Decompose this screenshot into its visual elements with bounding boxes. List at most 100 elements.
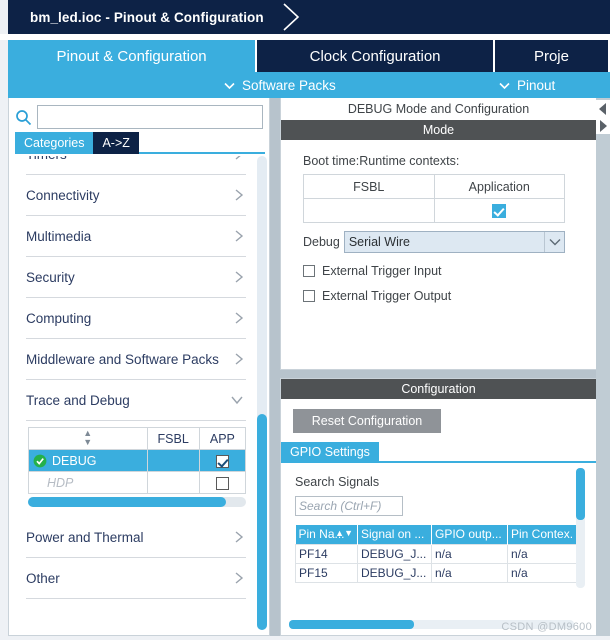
- category-label: Computing: [26, 310, 92, 326]
- configuration-tabs: GPIO Settings: [281, 442, 596, 463]
- app-checkbox[interactable]: [215, 476, 229, 490]
- cell-signal-on: DEBUG_J...: [357, 543, 432, 564]
- chevron-right-icon: [234, 270, 246, 284]
- cell-peripheral-name: DEBUG: [28, 449, 148, 472]
- table-row[interactable]: PF15 DEBUG_J... n/a n/a: [295, 562, 581, 583]
- category-label: Middleware and Software Packs: [26, 351, 219, 367]
- category-item-multimedia[interactable]: Multimedia: [26, 216, 246, 257]
- chevron-right-icon: [234, 530, 246, 544]
- debug-mode-select[interactable]: Serial Wire: [343, 231, 565, 253]
- external-trigger-input-checkbox[interactable]: [303, 265, 315, 277]
- scrollbar-thumb[interactable]: [289, 620, 414, 629]
- cell-pin-name: PF15: [295, 562, 358, 583]
- triangle-left-icon[interactable]: [596, 100, 610, 117]
- boot-contexts-table: FSBL Application: [303, 174, 565, 223]
- app-checkbox[interactable]: [215, 454, 229, 468]
- cell-application[interactable]: [433, 198, 565, 223]
- col-header-signal-on[interactable]: Signal on ...: [357, 525, 432, 544]
- category-label: Trace and Debug: [26, 392, 130, 408]
- category-item-connectivity[interactable]: Connectivity: [26, 175, 246, 216]
- right-rail: [596, 98, 610, 636]
- tab-categories[interactable]: Categories: [15, 132, 94, 154]
- panel-gap-strip: [280, 370, 610, 378]
- external-trigger-input-label: External Trigger Input: [322, 264, 442, 278]
- search-row: [15, 104, 263, 130]
- col-header-app[interactable]: APP: [198, 427, 247, 450]
- tab-pinout-configuration-label: Pinout & Configuration: [56, 47, 207, 65]
- tab-clock-configuration[interactable]: Clock Configuration: [257, 40, 495, 72]
- reset-configuration-button[interactable]: Reset Configuration: [293, 409, 441, 433]
- col-header-fsbl[interactable]: FSBL: [146, 427, 200, 450]
- search-input[interactable]: [37, 105, 263, 129]
- category-list-vertical-scrollbar[interactable]: [257, 156, 267, 630]
- external-trigger-input-row[interactable]: External Trigger Input: [303, 264, 596, 278]
- breadcrumb-chevron-icon: [280, 0, 306, 34]
- gpio-vertical-scrollbar[interactable]: [576, 468, 585, 588]
- debug-select-row: Debug Serial Wire: [303, 231, 565, 253]
- cell-fsbl[interactable]: [146, 449, 200, 472]
- debug-table-horizontal-scrollbar[interactable]: [28, 497, 246, 507]
- scrollbar-thumb[interactable]: [28, 497, 226, 507]
- chevron-right-icon: [234, 352, 246, 366]
- table-row[interactable]: PF14 DEBUG_J... n/a n/a: [295, 543, 581, 564]
- external-trigger-output-row[interactable]: External Trigger Output: [303, 289, 596, 303]
- cell-fsbl[interactable]: [303, 198, 435, 223]
- col-header-pin-name[interactable]: Pin Na... ▲▼: [295, 525, 358, 544]
- pinout-label: Pinout: [517, 77, 556, 93]
- category-item-computing[interactable]: Computing: [26, 298, 246, 339]
- category-item-middleware-and-software-packs[interactable]: Middleware and Software Packs: [26, 339, 246, 380]
- table-row[interactable]: HDP: [28, 471, 247, 494]
- software-packs-label: Software Packs: [242, 77, 336, 93]
- col-header-pin-context[interactable]: Pin Contex.: [507, 525, 581, 544]
- pinout-menu[interactable]: Pinout: [498, 78, 555, 93]
- search-signals-input[interactable]: [295, 496, 403, 516]
- category-item-power-and-thermal[interactable]: Power and Thermal: [26, 517, 246, 558]
- col-header-gpio-output[interactable]: GPIO outp...: [431, 525, 508, 544]
- cubemx-window: bm_led.ioc - Pinout & Configuration Pino…: [0, 0, 610, 640]
- category-item-other[interactable]: Other: [26, 558, 246, 599]
- gpio-settings-body: Search Signals Pin Na... ▲▼ Signal on ..…: [281, 463, 596, 588]
- col-header-application: Application: [433, 174, 565, 199]
- configuration-panel: Configuration Reset Configuration GPIO S…: [280, 378, 596, 636]
- category-item-security[interactable]: Security: [26, 257, 246, 298]
- cell-fsbl[interactable]: [146, 471, 200, 494]
- chevron-right-icon: [234, 229, 246, 243]
- chevron-down-icon: [223, 79, 236, 92]
- configuration-section-header: Configuration: [281, 379, 596, 399]
- table-header-row: FSBL Application: [303, 174, 565, 199]
- category-label: Multimedia: [26, 228, 92, 244]
- chevron-down-icon[interactable]: [544, 232, 564, 252]
- tab-clock-configuration-label: Clock Configuration: [309, 47, 441, 65]
- tab-pinout-configuration[interactable]: Pinout & Configuration: [8, 40, 258, 72]
- cell-app[interactable]: [198, 471, 247, 494]
- external-trigger-output-checkbox[interactable]: [303, 290, 315, 302]
- col-header-fsbl: FSBL: [303, 174, 435, 199]
- triangle-right-icon[interactable]: [596, 117, 610, 134]
- col-header-fsbl-label: FSBL: [157, 431, 189, 446]
- col-header-name[interactable]: ▲ ▼: [28, 427, 148, 450]
- gpio-signals-table: Pin Na... ▲▼ Signal on ... GPIO outp... …: [295, 525, 581, 583]
- category-item-trace-and-debug[interactable]: Trace and Debug: [26, 380, 246, 421]
- panel-title: DEBUG Mode and Configuration: [281, 98, 596, 120]
- debug-mode-panel: DEBUG Mode and Configuration Mode Boot t…: [280, 98, 596, 370]
- debug-mode-select-value: Serial Wire: [348, 235, 410, 249]
- tab-a-to-z[interactable]: A->Z: [93, 132, 139, 154]
- table-header-row: Pin Na... ▲▼ Signal on ... GPIO outp... …: [295, 525, 581, 544]
- chevron-right-icon: [234, 311, 246, 325]
- software-packs-menu[interactable]: Software Packs: [223, 78, 336, 93]
- tab-project-manager[interactable]: Proje: [494, 40, 610, 72]
- cell-signal-on: DEBUG_J...: [357, 562, 432, 583]
- panel-splitter[interactable]: [270, 98, 280, 636]
- tab-gpio-settings[interactable]: GPIO Settings: [281, 442, 379, 461]
- category-label: Connectivity: [26, 187, 100, 203]
- debug-peripheral-table-wrapper: ▲ ▼ FSBL APP DEBUG HDP: [28, 427, 247, 507]
- scrollbar-thumb[interactable]: [257, 414, 267, 630]
- table-row[interactable]: DEBUG: [28, 449, 247, 472]
- cell-app[interactable]: [198, 449, 247, 472]
- tab-gpio-settings-label: GPIO Settings: [290, 444, 370, 459]
- category-item-timers[interactable]: Timers: [26, 156, 246, 175]
- scrollbar-thumb[interactable]: [576, 468, 585, 520]
- cell-gpio-output: n/a: [431, 562, 508, 583]
- search-signals-label: Search Signals: [295, 475, 380, 489]
- application-checkbox[interactable]: [492, 203, 507, 218]
